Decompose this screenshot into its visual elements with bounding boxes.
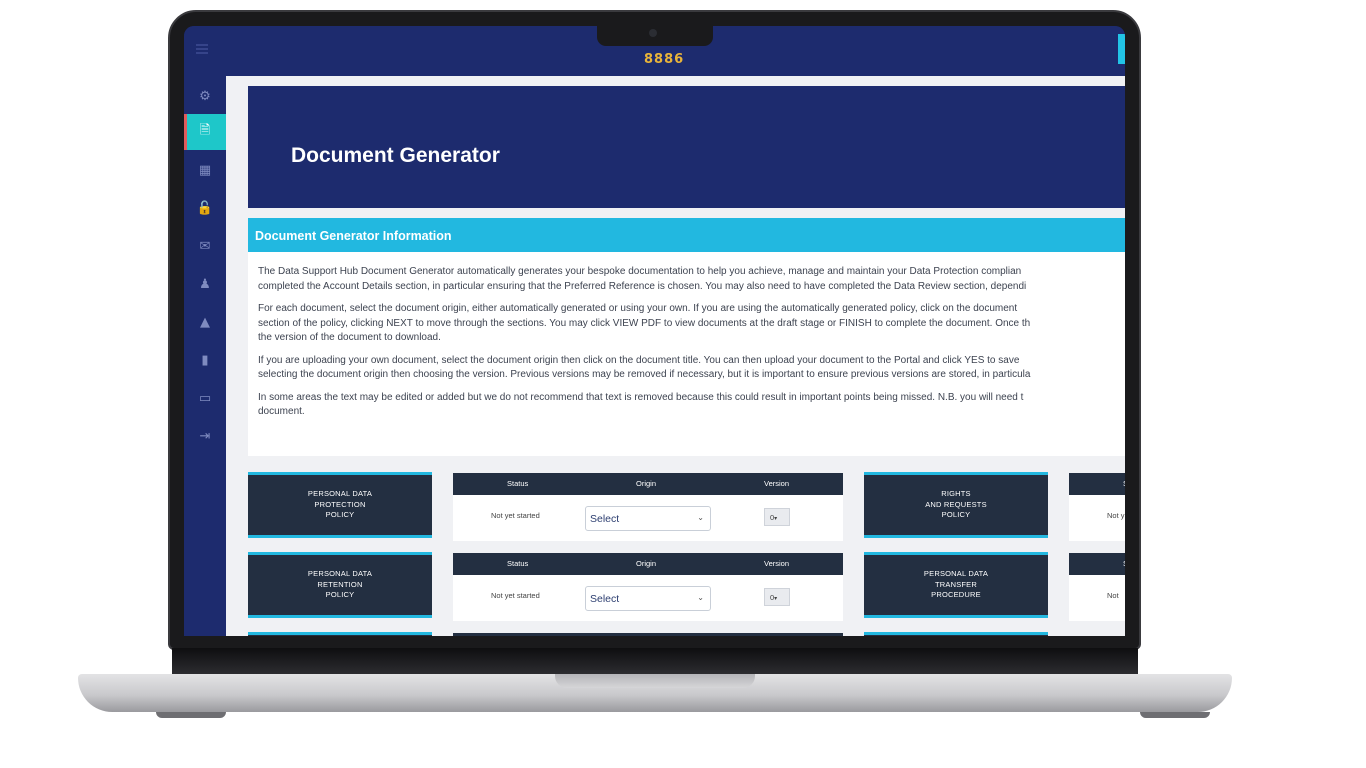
camera-icon — [649, 29, 657, 37]
status-text: Not yet started — [491, 511, 540, 520]
laptop-opening-notch — [555, 674, 755, 688]
doc-title-label: PERSONAL DATA RETENTION POLICY — [307, 569, 373, 600]
status-header: Status — [507, 479, 529, 488]
doc-title-label: RIGHTS AND REQUESTS POLICY — [925, 489, 987, 520]
info-panel-heading: Document Generator Information — [248, 218, 1125, 252]
laptop-foot-left — [156, 712, 226, 718]
chevron-down-icon: ▾ — [774, 596, 778, 602]
page-title: Document Generator — [291, 144, 500, 167]
page-header-banner: Document Generator — [248, 86, 1125, 208]
doc-title-rights-and-requests-policy[interactable]: RIGHTS AND REQUESTS POLICY — [864, 472, 1048, 538]
info-panel-body: The Data Support Hub Document Generator … — [248, 252, 1125, 420]
info-line: section of the policy, clicking NEXT to … — [258, 317, 1031, 329]
user-graduate-icon: ♟ — [199, 276, 211, 292]
info-line: the version of the document to download. — [258, 332, 441, 343]
origin-header: Origin — [636, 479, 657, 488]
info-line: selecting the document origin then choos… — [258, 369, 1031, 380]
main-content: Document Generator Document Generator In… — [226, 76, 1125, 636]
doc-panel-header: S — [1069, 473, 1125, 495]
document-icon: 🗎 — [199, 123, 211, 138]
info-line: The Data Support Hub Document Generator … — [258, 266, 1022, 277]
chevron-down-icon: ⌄ — [697, 513, 704, 522]
doc-panel-rights-and-requests-policy: S Not y — [1069, 473, 1125, 541]
info-paragraph-4: In some areas the text may be edited or … — [258, 391, 1125, 420]
origin-header: Origin — [636, 559, 657, 568]
info-paragraph-3: If you are uploading your own document, … — [258, 354, 1125, 383]
version-select[interactable]: 0▾ — [764, 508, 790, 526]
laptop-screen: 8886 ⚙ 🗎 ▦ 🔓 ✉ ♟ ▲ ▮ ▭ ⇥ Document Genera… — [184, 26, 1125, 636]
top-right-button[interactable] — [1118, 34, 1125, 64]
origin-select-value: Select — [590, 593, 620, 605]
laptop-base — [78, 674, 1232, 712]
origin-select[interactable]: Select ⌄ — [585, 506, 711, 531]
chevron-down-icon: ⌄ — [697, 593, 704, 602]
sign-out-icon: ⇥ — [199, 428, 211, 444]
origin-select-value: Select — [590, 513, 620, 525]
calendar-icon: ▦ — [198, 162, 212, 178]
hamburger-menu-icon[interactable] — [196, 44, 208, 54]
version-select[interactable]: 0▾ — [764, 588, 790, 606]
doc-title-label: PERSONAL DATA PROTECTION POLICY — [307, 489, 373, 520]
info-line: For each document, select the document o… — [258, 303, 1018, 314]
doc-panel-header: S — [1069, 553, 1125, 575]
doc-panel-header: Status Origin Version — [453, 553, 843, 575]
laptop-foot-right — [1140, 712, 1210, 718]
status-header: S — [1123, 559, 1125, 568]
version-header: Version — [764, 479, 790, 488]
status-header: Status — [507, 559, 529, 568]
inbox-icon: ✉ — [199, 238, 211, 254]
doc-panel-header: Status Origin Version — [453, 473, 843, 495]
status-text: Not yet started — [491, 591, 540, 600]
status-text: Not y — [1107, 511, 1125, 520]
doc-title-label: PERSONAL DATA TRANSFER PROCEDURE — [923, 569, 989, 600]
info-paragraph-1: The Data Support Hub Document Generator … — [258, 265, 1125, 294]
doc-panel-personal-data-protection-policy: Status Origin Version Not yet started Se… — [453, 473, 843, 541]
credit-card-icon: ▭ — [198, 390, 212, 406]
doc-panel-personal-data-transfer-procedure: S Not — [1069, 553, 1125, 621]
app-logo[interactable]: 8886 — [644, 52, 684, 67]
info-line: If you are uploading your own document, … — [258, 354, 1020, 366]
origin-select[interactable]: Select ⌄ — [585, 586, 711, 611]
sidebar: ⚙ 🗎 ▦ 🔓 ✉ ♟ ▲ ▮ ▭ ⇥ — [184, 76, 226, 636]
status-header: S — [1123, 479, 1125, 488]
clipboard-icon: ▮ — [201, 352, 209, 368]
gear-icon: ⚙ — [199, 88, 211, 104]
chevron-down-icon: ▾ — [774, 516, 778, 522]
sidebar-item-calendar[interactable]: ▦ — [184, 152, 226, 188]
info-panel: Document Generator Information The Data … — [248, 218, 1125, 456]
sidebar-item-inbox[interactable]: ✉ — [184, 228, 226, 264]
doc-title-personal-data-transfer-procedure[interactable]: PERSONAL DATA TRANSFER PROCEDURE — [864, 552, 1048, 618]
info-line: completed the Account Details section, i… — [258, 280, 1027, 292]
sidebar-item-billing[interactable]: ▭ — [184, 380, 226, 416]
sidebar-item-logout[interactable]: ⇥ — [184, 418, 226, 454]
camera-notch — [597, 24, 713, 46]
info-line: document. — [258, 406, 305, 417]
info-paragraph-2: For each document, select the document o… — [258, 302, 1125, 346]
sidebar-item-clipboard[interactable]: ▮ — [184, 342, 226, 378]
doc-panel-next-row — [453, 633, 843, 636]
doc-title-next-row-right[interactable] — [864, 632, 1048, 636]
version-header: Version — [764, 559, 790, 568]
doc-title-personal-data-retention-policy[interactable]: PERSONAL DATA RETENTION POLICY — [248, 552, 432, 618]
status-text: Not — [1107, 591, 1119, 600]
graduation-cap-icon: ▲ — [200, 314, 210, 330]
sidebar-item-access[interactable]: 🔓 — [184, 190, 226, 226]
doc-title-next-row[interactable] — [248, 632, 432, 636]
unlock-icon: 🔓 — [196, 200, 214, 216]
doc-title-personal-data-protection-policy[interactable]: PERSONAL DATA PROTECTION POLICY — [248, 472, 432, 538]
info-line: In some areas the text may be edited or … — [258, 391, 1024, 403]
sidebar-item-settings[interactable]: ⚙ — [184, 78, 226, 114]
laptop-hinge — [172, 648, 1138, 674]
sidebar-item-documents[interactable]: 🗎 — [184, 114, 226, 150]
sidebar-item-training-users[interactable]: ♟ — [184, 266, 226, 302]
doc-panel-personal-data-retention-policy: Status Origin Version Not yet started Se… — [453, 553, 843, 621]
sidebar-item-training[interactable]: ▲ — [184, 304, 226, 340]
